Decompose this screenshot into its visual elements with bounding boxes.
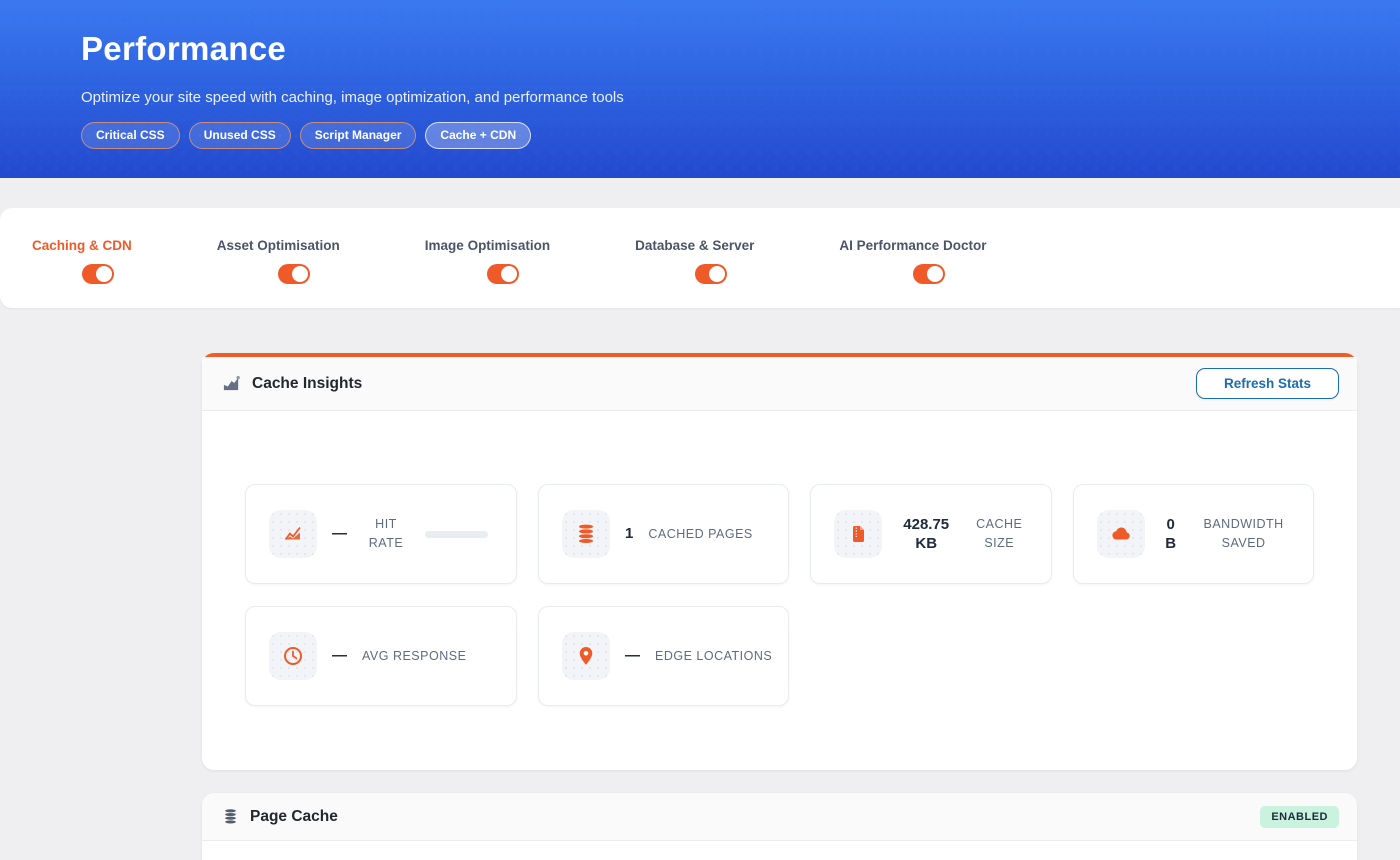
database-icon [562,510,610,558]
cache-insights-header: Cache Insights Refresh Stats [202,357,1357,411]
stat-value: 428.75 KB [897,515,955,554]
cache-insights-stats-grid: — HIT RATE 1 CACHED PAGES 428.75 KB CACH… [202,411,1357,770]
refresh-stats-button[interactable]: Refresh Stats [1196,368,1339,399]
module-label: Asset Optimisation [217,238,340,253]
module-label: Database & Server [635,238,754,253]
stat-card-edge-locations: — EDGE LOCATIONS [538,606,789,706]
page-cache-panel: Page Cache ENABLED [202,793,1357,860]
header-quick-links: Critical CSS Unused CSS Script Manager C… [81,122,1400,149]
module-ai-performance-doctor[interactable]: AI Performance Doctor [839,238,986,308]
map-pin-icon [562,632,610,680]
insights-chart-icon [222,374,241,393]
status-badge: ENABLED [1260,806,1339,828]
database-icon [222,808,239,825]
stat-card-cached-pages: 1 CACHED PAGES [538,484,789,584]
pill-unused-css[interactable]: Unused CSS [189,122,291,149]
performance-header: Performance Optimize your site speed wit… [0,0,1400,178]
pill-script-manager[interactable]: Script Manager [300,122,417,149]
asset-optimisation-toggle[interactable] [278,264,310,284]
page-title: Performance [81,30,1400,68]
main-content: Cache Insights Refresh Stats — HIT RATE … [202,353,1357,860]
toggle-knob [927,266,943,282]
module-database-server[interactable]: Database & Server [635,238,754,308]
page-cache-header: Page Cache ENABLED [202,793,1357,841]
zip-file-icon [834,510,882,558]
database-server-toggle[interactable] [695,264,727,284]
toggle-knob [292,266,308,282]
stat-label: AVG RESPONSE [362,647,466,666]
pill-critical-css[interactable]: Critical CSS [81,122,180,149]
module-label: AI Performance Doctor [839,238,986,253]
page-cache-title: Page Cache [250,808,338,826]
page-subtitle: Optimize your site speed with caching, i… [81,89,1400,106]
stat-label: HIT RATE [362,515,410,553]
toggle-knob [501,266,517,282]
cloud-icon [1097,510,1145,558]
toggle-knob [709,266,725,282]
module-caching-cdn[interactable]: Caching & CDN [32,238,132,308]
stat-value: 0 B [1160,515,1182,554]
stat-value: — [332,646,347,666]
stat-label: CACHE SIZE [970,515,1028,553]
stat-value: 1 [625,524,633,544]
stat-card-bandwidth-saved: 0 B BANDWIDTH SAVED [1073,484,1314,584]
module-image-optimisation[interactable]: Image Optimisation [425,238,550,308]
module-label: Image Optimisation [425,238,550,253]
trend-chart-icon [269,510,317,558]
module-toggle-bar: Caching & CDN Asset Optimisation Image O… [0,208,1400,308]
stat-label: BANDWIDTH SAVED [1197,515,1291,553]
hit-rate-progress-bar [425,531,488,538]
cache-insights-title: Cache Insights [252,375,362,393]
stat-label: CACHED PAGES [648,525,752,544]
stat-card-avg-response: — AVG RESPONSE [245,606,517,706]
pill-cache-cdn[interactable]: Cache + CDN [425,122,531,149]
image-optimisation-toggle[interactable] [487,264,519,284]
module-asset-optimisation[interactable]: Asset Optimisation [217,238,340,308]
ai-performance-doctor-toggle[interactable] [913,264,945,284]
stat-card-cache-size: 428.75 KB CACHE SIZE [810,484,1051,584]
stat-value: — [332,524,347,544]
stat-card-hit-rate: — HIT RATE [245,484,517,584]
cache-insights-panel: Cache Insights Refresh Stats — HIT RATE … [202,353,1357,770]
toggle-knob [96,266,112,282]
caching-cdn-toggle[interactable] [82,264,114,284]
clock-icon [269,632,317,680]
stat-value: — [625,646,640,666]
module-label: Caching & CDN [32,238,132,253]
stat-label: EDGE LOCATIONS [655,647,772,666]
